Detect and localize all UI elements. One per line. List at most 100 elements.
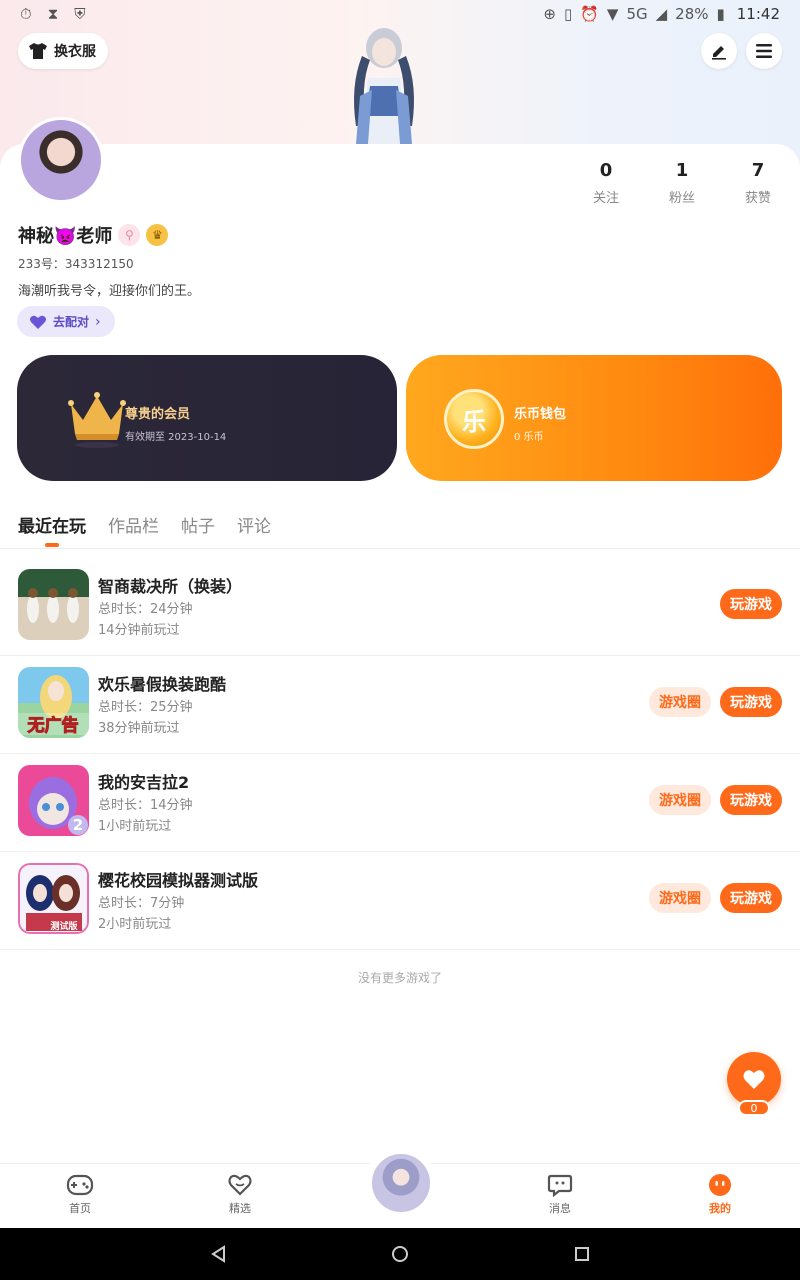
nav-label-featured: 精选 [229,1202,251,1215]
recents-square-icon [575,1247,589,1261]
like-fab-button[interactable] [727,1052,781,1106]
game-duration: 总时长：14分钟 [98,798,193,813]
back-triangle-icon [211,1245,225,1263]
stat-following[interactable]: 0 关注 [592,160,620,206]
system-navigation-bar [0,1228,800,1280]
play-game-button[interactable]: 玩游戏 [720,785,782,815]
game-last-played: 14分钟前玩过 [98,623,180,638]
battery-icon: ▮ [716,5,725,23]
game-thumbnail: 2 [18,765,89,836]
game-last-played: 1小时前玩过 [98,819,172,834]
nav-item-featured[interactable]: 精选 [160,1164,320,1227]
smiley-face-icon [709,1174,731,1196]
play-game-button[interactable]: 玩游戏 [720,589,782,619]
heart-pair-icon [30,315,46,329]
nav-label-messages: 消息 [549,1202,571,1215]
home-circle-icon [392,1246,408,1262]
crown-badge-icon[interactable]: ♛ [146,224,169,246]
nav-item-home[interactable]: 首页 [0,1164,160,1227]
heart-icon [743,1070,765,1089]
status-bar: ⏱ ⧗ ⛨ ⊕ ▯ ⏰ ▼ 5G ◢ 28% ▮ 11:42 [0,0,800,28]
timer-icon: ⏱ [20,5,32,23]
game-thumbnail-caption: 无广告 [27,715,79,736]
wallet-title: 乐币钱包 [514,407,567,422]
stat-followers-label: 粉丝 [668,191,695,206]
game-duration: 总时长：25分钟 [98,700,193,715]
game-thumbnail: 无广告 [18,667,89,738]
recents-button[interactable] [571,1243,593,1265]
nav-item-me[interactable]: 我的 [640,1164,800,1227]
stat-followers-count: 1 [675,160,689,181]
game-title: 我的安吉拉2 [98,773,190,792]
vibrate-icon: ▯ [563,5,573,23]
game-circle-button[interactable]: 游戏圈 [649,687,711,717]
game-thumbnail-caption: 2 [73,816,83,834]
profile-avatar[interactable] [18,117,104,203]
tab-works[interactable]: 作品栏 [108,512,159,537]
tab-posts[interactable]: 帖子 [181,512,215,537]
pair-label: 去配对 [53,315,90,329]
hourglass-icon: ⧗ [47,5,59,23]
stat-following-label: 关注 [592,191,619,206]
pair-button[interactable]: 去配对 › [17,306,115,337]
center-avatar-button[interactable] [370,1152,432,1214]
chat-bubble-icon [547,1174,573,1197]
stat-likes-label: 获赞 [744,191,771,206]
alarm-icon: ⏰ [580,5,599,23]
profile-stats: 0 关注 1 粉丝 7 获赞 [592,160,772,206]
heart-outline-icon [228,1174,252,1196]
nav-item-messages[interactable]: 消息 [480,1164,640,1227]
list-item[interactable]: 智商裁决所（换装） 总时长：24分钟 14分钟前玩过 玩游戏 [0,558,800,656]
data-saver-icon: ⊕ [543,5,556,23]
game-circle-button[interactable]: 游戏圈 [649,883,711,913]
game-thumbnail [18,569,89,640]
tab-comments[interactable]: 评论 [237,512,271,537]
wallet-card[interactable]: 乐 乐币钱包 0 乐币 [406,355,782,481]
stat-following-count: 0 [599,160,613,181]
no-more-games-text: 没有更多游戏了 [357,971,442,985]
list-item[interactable]: 测试版 樱花校园模拟器测试版 总时长：7分钟 2小时前玩过 游戏圈 玩游戏 [0,852,800,950]
clock: 11:42 [736,5,780,23]
menu-button[interactable] [746,33,782,69]
user-id: 233号：343312150 [18,257,134,271]
home-button[interactable] [389,1243,411,1265]
list-item[interactable]: 无广告 欢乐暑假换装跑酷 总时长：25分钟 38分钟前玩过 游戏圈 玩游戏 [0,656,800,754]
stat-followers[interactable]: 1 粉丝 [668,160,696,206]
tshirt-icon [29,43,47,59]
chevron-right-icon: › [95,313,101,330]
change-outfit-label: 换衣服 [54,44,96,60]
nav-label-home: 首页 [69,1202,91,1215]
list-item[interactable]: 2 我的安吉拉2 总时长：14分钟 1小时前玩过 游戏圈 玩游戏 [0,754,800,852]
battery-percent: 28% [675,5,709,23]
game-circle-button[interactable]: 游戏圈 [649,785,711,815]
game-title: 樱花校园模拟器测试版 [98,871,259,890]
back-button[interactable] [207,1243,229,1265]
like-count-badge: 0 [738,1100,770,1116]
game-title: 欢乐暑假换装跑酷 [98,675,227,694]
crown-icon [68,392,126,448]
vip-expiry: 有效期至 2023-10-14 [125,432,227,443]
edit-profile-button[interactable] [701,33,737,69]
stat-likes[interactable]: 7 获赞 [744,160,772,206]
change-outfit-button[interactable]: 换衣服 [18,33,108,69]
wallet-balance: 0 乐币 [514,432,544,443]
avatar-character-figure [354,28,414,144]
play-game-button[interactable]: 玩游戏 [720,883,782,913]
tab-recent-played[interactable]: 最近在玩 [18,512,86,547]
lollipop-badge-icon[interactable]: ⚲ [118,224,141,246]
coin-icon: 乐 [444,389,504,449]
shield-icon: ⛨ [74,5,86,23]
signal-icon: ◢ [655,5,668,23]
game-thumbnail-caption: 测试版 [50,920,77,932]
username-row: 神秘👿老师 ⚲ ♛ [18,222,169,248]
game-duration: 总时长：24分钟 [98,602,193,617]
play-game-button[interactable]: 玩游戏 [720,687,782,717]
nav-label-me: 我的 [709,1202,731,1215]
hamburger-menu-icon [756,44,772,58]
game-thumbnail: 测试版 [18,863,89,934]
vip-membership-card[interactable]: 尊贵的会员 有效期至 2023-10-14 [17,355,397,481]
edit-pen-icon [712,46,726,60]
game-title: 智商裁决所（换装） [98,577,243,596]
game-duration: 总时长：7分钟 [98,896,185,911]
gamepad-icon [66,1174,94,1196]
